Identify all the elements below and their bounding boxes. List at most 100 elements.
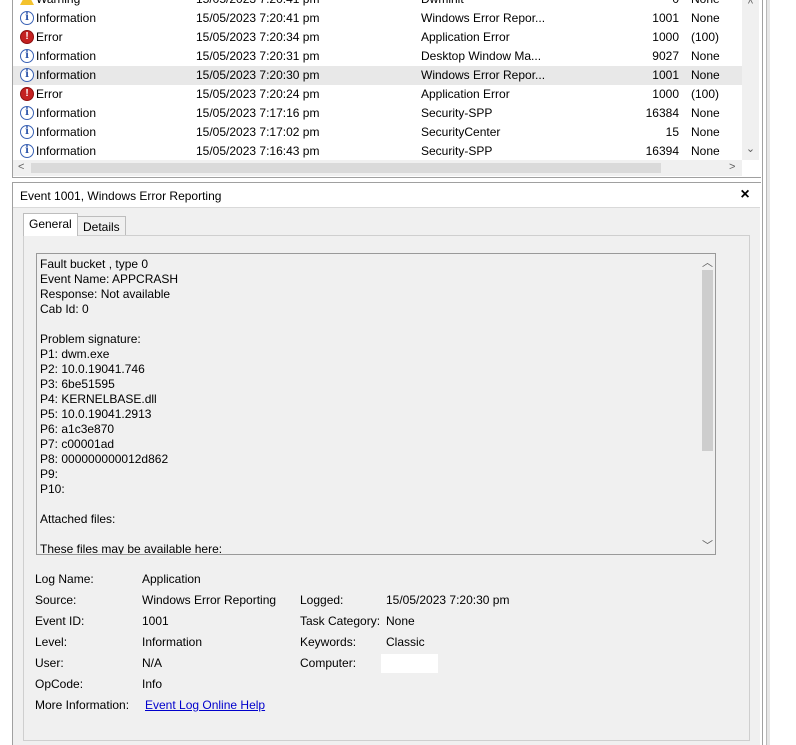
date-cell: 15/05/2023 7:17:02 pm [196, 125, 320, 139]
event-list[interactable]: Warning 15/05/2023 7:20:41 pm Dwminit 0 None… [13, 0, 742, 160]
table-row[interactable]: i Information 15/05/2023 7:16:43 pm Securit… [13, 142, 742, 160]
source-cell: Application Error [421, 87, 510, 101]
more-information-label: More Information: [35, 698, 130, 712]
keywords-label: Keywords: [300, 635, 357, 649]
event-id-value: 1001 [142, 614, 169, 628]
task-category-label: Task Category: [300, 614, 381, 628]
level-cell: Information [36, 49, 97, 63]
pane-splitter[interactable] [12, 177, 761, 183]
chevron-up-icon[interactable]: ︿ [702, 254, 713, 270]
user-value: N/A [142, 656, 163, 670]
info-icon: i [20, 49, 34, 63]
task-category-cell: None [691, 0, 720, 7]
info-icon: i [20, 125, 34, 139]
close-icon[interactable]: × [737, 185, 753, 205]
user-label: User: [35, 656, 64, 670]
tab-general[interactable]: General [23, 213, 78, 236]
keywords-value: Classic [386, 635, 425, 649]
log-name-label: Log Name: [35, 572, 94, 586]
task-category-cell: None [691, 106, 720, 120]
chevron-down-icon[interactable]: ﹀ [702, 537, 713, 553]
scroll-left-icon[interactable]: < [18, 161, 24, 173]
tab-details[interactable]: Details [77, 216, 126, 236]
date-cell: 15/05/2023 7:17:16 pm [196, 106, 320, 120]
source-cell: Dwminit [421, 0, 464, 7]
source-value: Windows Error Reporting [142, 593, 277, 607]
source-cell: Security-SPP [421, 144, 493, 158]
window-edge [766, 0, 770, 745]
description-scroll-thumb[interactable] [702, 270, 713, 451]
event-detail-header: Event 1001, Windows Error Reporting × [13, 184, 760, 208]
event-detail-title: Event 1001, Windows Error Reporting [20, 189, 222, 203]
source-cell: Windows Error Repor... [421, 11, 546, 25]
table-row[interactable]: i Information 15/05/2023 7:20:30 pm Windows… [13, 66, 742, 85]
task-category-cell: None [691, 144, 720, 158]
event-id-cell: 16384 [645, 106, 679, 120]
event-id-cell: 1000 [652, 87, 679, 101]
event-list-vertical-scrollbar[interactable]: ^ ⌄ [742, 0, 759, 160]
event-id-cell: 1001 [652, 11, 679, 25]
level-cell: Information [36, 11, 97, 25]
event-description-text[interactable]: Fault bucket , type 0 Event Name: APPCRA… [40, 257, 695, 554]
task-category-cell: None [691, 68, 720, 82]
level-cell: Warning [36, 0, 80, 7]
warning-icon [20, 0, 34, 5]
level-cell: Error [36, 30, 63, 44]
source-cell: Application Error [421, 30, 510, 44]
task-category-cell: None [691, 49, 720, 63]
info-icon: i [20, 106, 34, 120]
task-category-cell: (100) [691, 30, 720, 44]
logged-value: 15/05/2023 7:20:30 pm [386, 593, 510, 607]
table-row[interactable]: i Information 15/05/2023 7:20:31 pm Desktop… [13, 47, 742, 66]
task-category-value: None [386, 614, 415, 628]
source-label: Source: [35, 593, 77, 607]
date-cell: 15/05/2023 7:16:43 pm [196, 144, 320, 158]
info-icon: i [20, 11, 34, 25]
event-id-label: Event ID: [35, 614, 85, 628]
date-cell: 15/05/2023 7:20:30 pm [196, 68, 320, 82]
table-row[interactable]: ! Error 15/05/2023 7:20:34 pm Application E… [13, 28, 742, 47]
error-icon: ! [20, 30, 34, 44]
horizontal-scroll-thumb[interactable] [31, 163, 661, 173]
event-description-box[interactable]: Fault bucket , type 0 Event Name: APPCRA… [36, 253, 716, 555]
scroll-up-icon[interactable]: ^ [745, 0, 756, 10]
error-icon: ! [20, 87, 34, 101]
table-row[interactable]: i Information 15/05/2023 7:17:02 pm Securit… [13, 123, 742, 142]
table-row[interactable]: i Information 15/05/2023 7:17:16 pm Securit… [13, 104, 742, 123]
table-row[interactable]: ! Error 15/05/2023 7:20:24 pm Application E… [13, 85, 742, 104]
opcode-label: OpCode: [35, 677, 84, 691]
date-cell: 15/05/2023 7:20:31 pm [196, 49, 320, 63]
description-scrollbar[interactable]: ︿ ﹀ [700, 254, 715, 554]
scroll-down-icon[interactable]: ⌄ [745, 142, 756, 155]
date-cell: 15/05/2023 7:20:24 pm [196, 87, 320, 101]
level-value: Information [142, 635, 203, 649]
event-id-cell: 16394 [645, 144, 679, 158]
event-list-horizontal-scrollbar[interactable]: < > [13, 160, 742, 176]
date-cell: 15/05/2023 7:20:41 pm [196, 0, 319, 7]
event-log-online-help-link[interactable]: Event Log Online Help [145, 698, 265, 712]
task-category-cell: None [691, 11, 720, 25]
event-id-cell: 1001 [652, 68, 679, 82]
event-id-cell: 9027 [652, 49, 679, 63]
computer-label: Computer: [300, 656, 357, 670]
computer-value-redacted [381, 654, 438, 673]
scroll-right-icon[interactable]: > [729, 161, 735, 173]
date-cell: 15/05/2023 7:20:41 pm [196, 11, 320, 25]
source-cell: Security-SPP [421, 106, 493, 120]
level-cell: Information [36, 68, 97, 82]
level-cell: Error [36, 87, 63, 101]
event-id-cell: 1000 [652, 30, 679, 44]
info-icon: i [20, 144, 34, 158]
source-cell: Desktop Window Ma... [421, 49, 542, 63]
task-category-cell: (100) [691, 87, 720, 101]
level-label: Level: [35, 635, 68, 649]
logged-label: Logged: [300, 593, 344, 607]
log-name-value: Application [142, 572, 201, 586]
table-row[interactable]: i Information 15/05/2023 7:20:41 pm Windows… [13, 9, 742, 28]
table-row[interactable]: Warning 15/05/2023 7:20:41 pm Dwminit 0 None [13, 0, 742, 9]
date-cell: 15/05/2023 7:20:34 pm [196, 30, 320, 44]
level-cell: Information [36, 106, 97, 120]
source-cell: Windows Error Repor... [421, 68, 546, 82]
level-cell: Information [36, 144, 97, 158]
level-cell: Information [36, 125, 97, 139]
